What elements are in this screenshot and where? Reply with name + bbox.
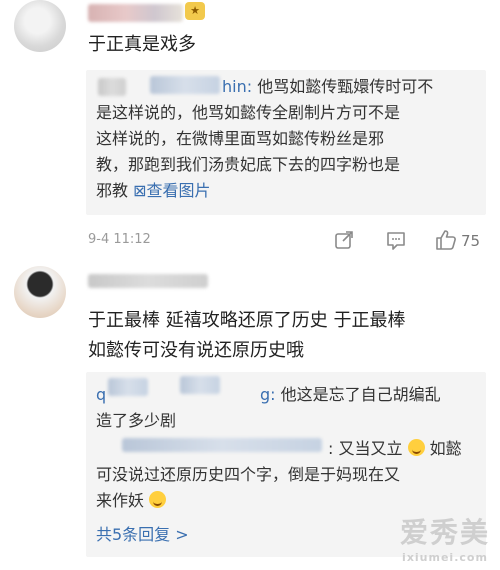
username-blurred[interactable] [88, 274, 208, 288]
timestamp: 9-4 11:12 [88, 232, 151, 247]
reply-line: 教，那跑到我们汤贵妃底下去的四字粉也是 [96, 155, 401, 174]
reply-line: 这样说的，在微博里面骂如懿传粉丝是邪 [96, 129, 385, 148]
reply-username-blurred[interactable] [150, 76, 220, 94]
comment-text: 于正最棒 延禧攻略还原了历史 于正最棒 [88, 310, 406, 331]
reply-line: 来作妖 [96, 491, 145, 510]
comment-text: 如懿传可没有说还原历史哦 [88, 340, 304, 361]
reply-username-blurred[interactable] [122, 438, 322, 452]
view-image-link[interactable]: ⊠查看图片 [133, 181, 210, 200]
vip-badge-icon: ★ [185, 2, 205, 20]
reply-username-blurred[interactable] [98, 78, 126, 96]
reply-line: 他这是忘了自己胡编乱 [280, 385, 441, 404]
comment-text: 于正真是戏多 [88, 34, 196, 55]
reply-line: 如懿 [429, 439, 462, 458]
crying-laughing-emoji-icon [149, 491, 167, 508]
reply-username-blurred[interactable] [108, 378, 148, 396]
comment-icon[interactable] [382, 226, 410, 254]
username-blurred[interactable] [88, 4, 183, 22]
share-icon[interactable] [330, 226, 358, 254]
reply-line: 他骂如懿传甄嬛传时可不 [257, 77, 434, 96]
reply-username[interactable]: hin: [222, 77, 252, 96]
avatar[interactable] [14, 0, 66, 52]
reply-line: 造了多少剧 [96, 411, 177, 430]
reply-username-blurred[interactable] [180, 376, 220, 394]
like-icon[interactable] [432, 226, 460, 254]
reply-username[interactable]: q [96, 385, 106, 404]
reply-line: 邪教 [96, 181, 129, 200]
reply-username[interactable]: g: [260, 385, 276, 404]
more-replies-link[interactable]: 共5条回复 > [96, 522, 189, 548]
reply-line: 是这样说的，他骂如懿传全剧制片方可不是 [96, 103, 401, 122]
avatar[interactable] [14, 266, 66, 318]
reply-line: : 又当又立 [328, 439, 403, 458]
reply-line: 可没说过还原历史四个字，倒是于妈现在又 [96, 465, 401, 484]
sweat-smile-emoji-icon [407, 439, 425, 456]
watermark-logo: 爱秀美 ixiumei.com [399, 516, 490, 564]
like-count: 75 [461, 232, 481, 250]
